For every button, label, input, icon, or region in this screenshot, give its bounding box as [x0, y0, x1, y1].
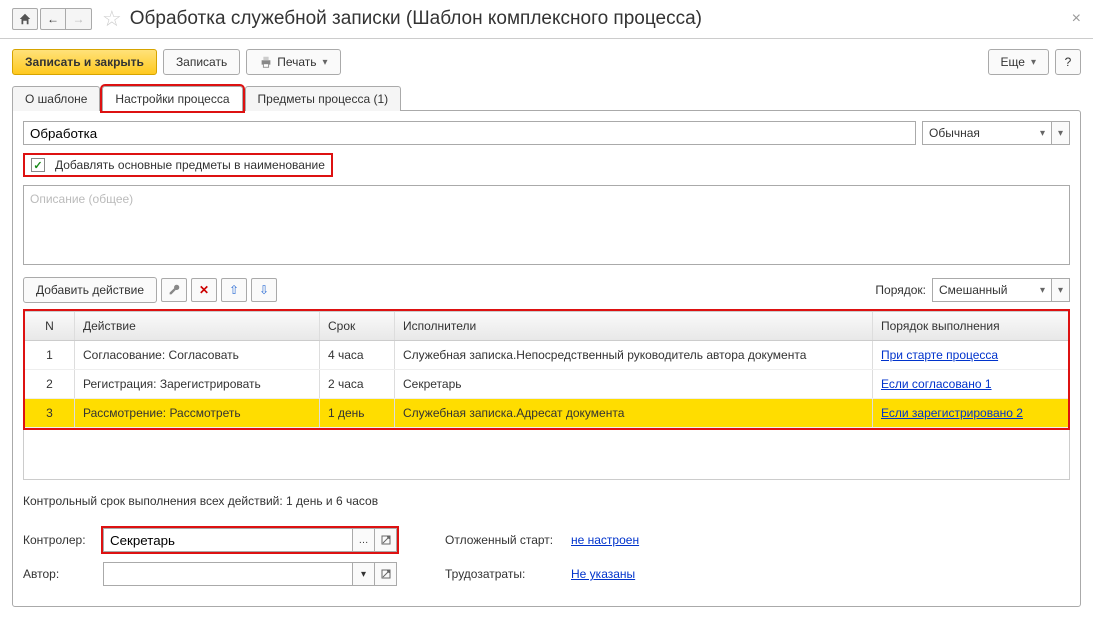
th-order: Порядок выполнения: [873, 312, 1068, 340]
page-content: Обычная ▾ ✓ Добавлять основные предметы …: [12, 110, 1081, 607]
cell-executors: Служебная записка.Адресат документа: [395, 399, 873, 427]
importance-dropdown-icon[interactable]: ▾: [1052, 121, 1070, 145]
author-open-button[interactable]: [375, 562, 397, 586]
labor-link[interactable]: Не указаны: [571, 567, 635, 581]
cell-n: 2: [25, 370, 75, 398]
print-label: Печать: [277, 55, 316, 69]
cell-n: 3: [25, 399, 75, 427]
controller-input[interactable]: [103, 528, 353, 552]
importance-select[interactable]: Обычная: [922, 121, 1052, 145]
titlebar: ← → ☆ Обработка служебной записки (Шабло…: [0, 0, 1093, 39]
wrench-icon: [167, 283, 181, 297]
cell-term: 2 часа: [320, 370, 395, 398]
order-link[interactable]: Если зарегистрировано 2: [881, 406, 1023, 420]
order-value: Смешанный: [939, 283, 1007, 297]
cell-executors: Служебная записка.Непосредственный руков…: [395, 341, 873, 369]
author-field-wrapper: ▾: [103, 562, 397, 586]
printer-icon: [259, 55, 273, 69]
labor-label: Трудозатраты:: [445, 567, 565, 581]
description-textarea[interactable]: Описание (общее): [23, 185, 1070, 265]
save-close-button[interactable]: Записать и закрыть: [12, 49, 157, 75]
settings-icon-button[interactable]: [161, 278, 187, 302]
delayed-start-link[interactable]: не настроен: [571, 533, 639, 547]
cell-n: 1: [25, 341, 75, 369]
order-select[interactable]: Смешанный: [932, 278, 1052, 302]
cell-term: 4 часа: [320, 341, 395, 369]
controller-open-button[interactable]: [375, 528, 397, 552]
table-header: N Действие Срок Исполнители Порядок выпо…: [25, 311, 1068, 341]
save-button[interactable]: Записать: [163, 49, 240, 75]
favorite-star-icon[interactable]: ☆: [102, 6, 122, 32]
forward-button[interactable]: →: [66, 8, 92, 30]
more-button[interactable]: Еще: [988, 49, 1049, 75]
cell-order: При старте процесса: [873, 341, 1068, 369]
name-input[interactable]: [23, 121, 916, 145]
controller-select-button[interactable]: …: [353, 528, 375, 552]
actions-table: N Действие Срок Исполнители Порядок выпо…: [23, 309, 1070, 430]
add-subjects-label: Добавлять основные предметы в наименован…: [55, 158, 325, 172]
th-executors: Исполнители: [395, 312, 873, 340]
actions-toolbar: Добавить действие ✕ ⇧ ⇩ Порядок: Смешанн…: [23, 277, 1070, 303]
th-term: Срок: [320, 312, 395, 340]
cell-action: Согласование: Согласовать: [75, 341, 320, 369]
th-action: Действие: [75, 312, 320, 340]
controller-label: Контролер:: [23, 533, 95, 547]
window-title: Обработка служебной записки (Шаблон комп…: [130, 8, 702, 30]
move-down-button[interactable]: ⇩: [251, 278, 277, 302]
author-dropdown-button[interactable]: ▾: [353, 562, 375, 586]
back-button[interactable]: ←: [40, 8, 66, 30]
add-action-button[interactable]: Добавить действие: [23, 277, 157, 303]
author-label: Автор:: [23, 567, 95, 581]
order-link[interactable]: При старте процесса: [881, 348, 998, 362]
cell-term: 1 день: [320, 399, 395, 427]
cell-executors: Секретарь: [395, 370, 873, 398]
main-toolbar: Записать и закрыть Записать Печать Еще ?: [0, 39, 1093, 85]
print-button[interactable]: Печать: [246, 49, 340, 75]
order-dropdown-icon[interactable]: ▾: [1052, 278, 1070, 302]
open-icon: [381, 569, 391, 579]
table-row[interactable]: 2 Регистрация: Зарегистрировать 2 часа С…: [25, 370, 1068, 399]
cell-order: Если зарегистрировано 2: [873, 399, 1068, 427]
delete-icon-button[interactable]: ✕: [191, 278, 217, 302]
add-subjects-checkbox[interactable]: ✓: [31, 158, 45, 172]
order-label: Порядок:: [875, 283, 926, 297]
tab-process-settings[interactable]: Настройки процесса: [102, 86, 242, 111]
controller-field-wrapper: …: [103, 528, 397, 552]
help-button[interactable]: ?: [1055, 49, 1081, 75]
author-input[interactable]: [103, 562, 353, 586]
th-n: N: [25, 312, 75, 340]
order-link[interactable]: Если согласовано 1: [881, 377, 992, 391]
close-icon[interactable]: ×: [1072, 10, 1081, 28]
tab-subjects[interactable]: Предметы процесса (1): [245, 86, 402, 111]
cell-action: Рассмотрение: Рассмотреть: [75, 399, 320, 427]
open-icon: [381, 535, 391, 545]
importance-value: Обычная: [929, 126, 980, 140]
tab-about[interactable]: О шаблоне: [12, 86, 100, 111]
tabs: О шаблоне Настройки процесса Предметы пр…: [0, 85, 1093, 110]
add-subjects-checkbox-row: ✓ Добавлять основные предметы в наименов…: [23, 153, 333, 177]
move-up-button[interactable]: ⇧: [221, 278, 247, 302]
cell-action: Регистрация: Зарегистрировать: [75, 370, 320, 398]
total-term-summary: Контрольный срок выполнения всех действи…: [23, 494, 1070, 508]
cell-order: Если согласовано 1: [873, 370, 1068, 398]
delayed-start-label: Отложенный старт:: [445, 533, 565, 547]
table-row[interactable]: 3 Рассмотрение: Рассмотреть 1 день Служе…: [25, 399, 1068, 428]
home-button[interactable]: [12, 8, 38, 30]
table-row[interactable]: 1 Согласование: Согласовать 4 часа Служе…: [25, 341, 1068, 370]
